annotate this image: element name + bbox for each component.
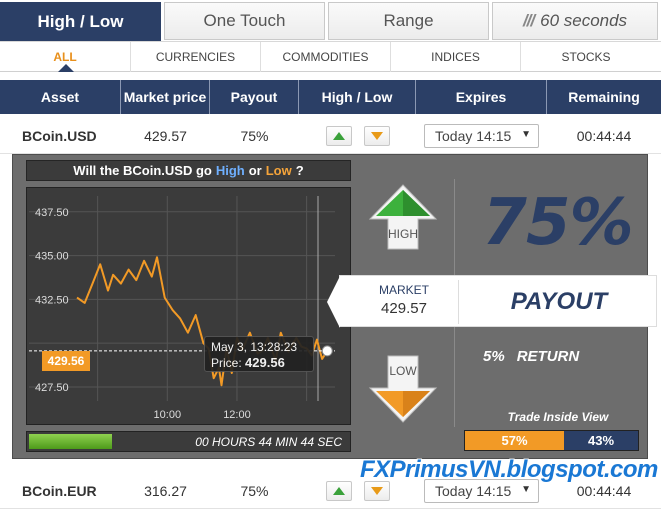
speed-lines-icon: ///	[522, 11, 535, 30]
category-tab-commodities[interactable]: COMMODITIES	[261, 42, 391, 72]
trade-question: Will the BCoin.USD go High or Low ?	[26, 160, 351, 181]
price-chart-svg: 437.50 435.00 432.50 427.50 10:00 12:00	[29, 196, 335, 421]
y-tick-label: 432.50	[35, 294, 69, 306]
expiry-value: Today 14:15	[435, 483, 512, 499]
timer-progress	[29, 434, 112, 449]
payout-value: 75%	[240, 483, 269, 499]
question-high: High	[215, 163, 245, 178]
header-asset: Asset	[0, 80, 121, 114]
payout-value: 75%	[240, 128, 269, 144]
active-category-indicator	[58, 64, 74, 72]
header-payout: Payout	[210, 80, 299, 114]
tab-range[interactable]: Range	[328, 2, 489, 40]
caret-down-icon: ▼	[521, 484, 531, 495]
expiry-value: Today 14:15	[435, 128, 512, 144]
asset-name: BCoin.USD	[22, 128, 97, 144]
question-prefix: Will the BCoin.USD go	[73, 163, 212, 178]
sentiment-low: 43%	[564, 431, 638, 450]
tab-one-touch[interactable]: One Touch	[164, 2, 325, 40]
asset-table-header: Asset Market price Payout High / Low Exp…	[0, 80, 661, 114]
return-label: RETURN	[516, 348, 580, 365]
y-tick-label: 437.50	[35, 207, 69, 219]
tooltip-price-line: Price: 429.56	[211, 355, 307, 371]
sentiment-high: 57%	[465, 431, 564, 450]
current-price-tag: 429.56	[42, 351, 90, 371]
tooltip-price: 429.56	[245, 355, 285, 370]
x-tick-label: 10:00	[154, 409, 182, 421]
tooltip-price-label: Price:	[211, 356, 242, 370]
return-info: 5% RETURN	[483, 348, 633, 365]
product-tabs: High / Low One Touch Range /// 60 second…	[0, 0, 661, 41]
expiry-timer: 00 HOURS 44 MIN 44 SEC	[26, 431, 351, 452]
trader-sentiment-bar: 57% 43%	[464, 430, 639, 451]
return-percentage: 5%	[483, 348, 505, 365]
remaining-time: 00:44:44	[576, 128, 632, 144]
high-button[interactable]	[326, 126, 352, 146]
tab-range-label: Range	[383, 11, 434, 30]
trade-panel: Will the BCoin.USD go High or Low ? 437.…	[12, 154, 657, 459]
expiry-select[interactable]: Today 14:15 ▼	[424, 124, 539, 148]
payout-label: PAYOUT	[510, 288, 608, 315]
asset-row-bcoin-usd[interactable]: BCoin.USD 429.57 75% Today 14:15 ▼ 00:44…	[0, 118, 661, 154]
category-tab-stocks[interactable]: STOCKS	[521, 42, 651, 72]
arrow-down-icon	[371, 132, 383, 140]
price-chart[interactable]: 437.50 435.00 432.50 427.50 10:00 12:00 429.5…	[26, 187, 351, 425]
header-market-price: Market price	[121, 80, 210, 114]
category-tabs: ALL CURRENCIES COMMODITIES INDICES STOCK…	[0, 41, 661, 72]
market-price: 316.27	[144, 483, 187, 499]
low-button[interactable]	[364, 126, 390, 146]
low-button[interactable]	[364, 481, 390, 501]
tab-60-seconds[interactable]: /// 60 seconds	[492, 2, 658, 40]
high-button[interactable]	[326, 481, 352, 501]
price-tooltip: May 3, 13:28:23 Price: 429.56	[204, 336, 314, 372]
y-tick-label: 427.50	[35, 382, 69, 394]
market-box-notch	[327, 276, 340, 328]
tooltip-date: May 3, 13:28:23	[211, 340, 298, 354]
market-label: MARKET	[378, 283, 429, 297]
category-tab-currencies[interactable]: CURRENCIES	[131, 42, 261, 72]
arrow-up-icon	[333, 132, 345, 140]
market-value: 429.57	[381, 300, 427, 317]
market-price: 429.57	[144, 128, 187, 144]
low-label: LOW	[389, 364, 417, 378]
trade-low-button[interactable]: LOW	[368, 354, 438, 424]
market-payout-box: MARKET 429.57 PAYOUT	[327, 275, 657, 328]
trade-high-button[interactable]: HIGH	[368, 183, 438, 253]
caret-down-icon: ▼	[521, 129, 531, 140]
market-separator	[458, 280, 459, 324]
tab-high-low-label: High / Low	[37, 11, 124, 31]
arrow-down-icon	[371, 487, 383, 495]
watermark: FXPrimusVN.blogspot.com	[360, 456, 658, 483]
header-high-low: High / Low	[299, 80, 416, 114]
y-tick-label: 435.00	[35, 251, 69, 263]
tab-high-low[interactable]: High / Low	[0, 2, 161, 41]
asset-name: BCoin.EUR	[22, 483, 97, 499]
category-tab-indices[interactable]: INDICES	[391, 42, 521, 72]
question-low: Low	[265, 163, 292, 178]
timer-text: 00 HOURS 44 MIN 44 SEC	[195, 434, 342, 449]
header-expires: Expires	[416, 80, 547, 114]
header-remaining: Remaining	[568, 89, 640, 105]
arrow-up-icon	[333, 487, 345, 495]
tab-one-touch-label: One Touch	[203, 11, 286, 30]
current-point-marker	[321, 345, 333, 357]
payout-percentage: 75%	[482, 185, 633, 260]
x-tick-label: 12:00	[223, 409, 251, 421]
trade-inside-view-label: Trade Inside View	[507, 410, 609, 424]
high-label: HIGH	[388, 227, 418, 241]
tab-60-seconds-label: 60 seconds	[540, 11, 628, 30]
question-suffix: ?	[295, 163, 304, 178]
question-or: or	[248, 163, 262, 178]
